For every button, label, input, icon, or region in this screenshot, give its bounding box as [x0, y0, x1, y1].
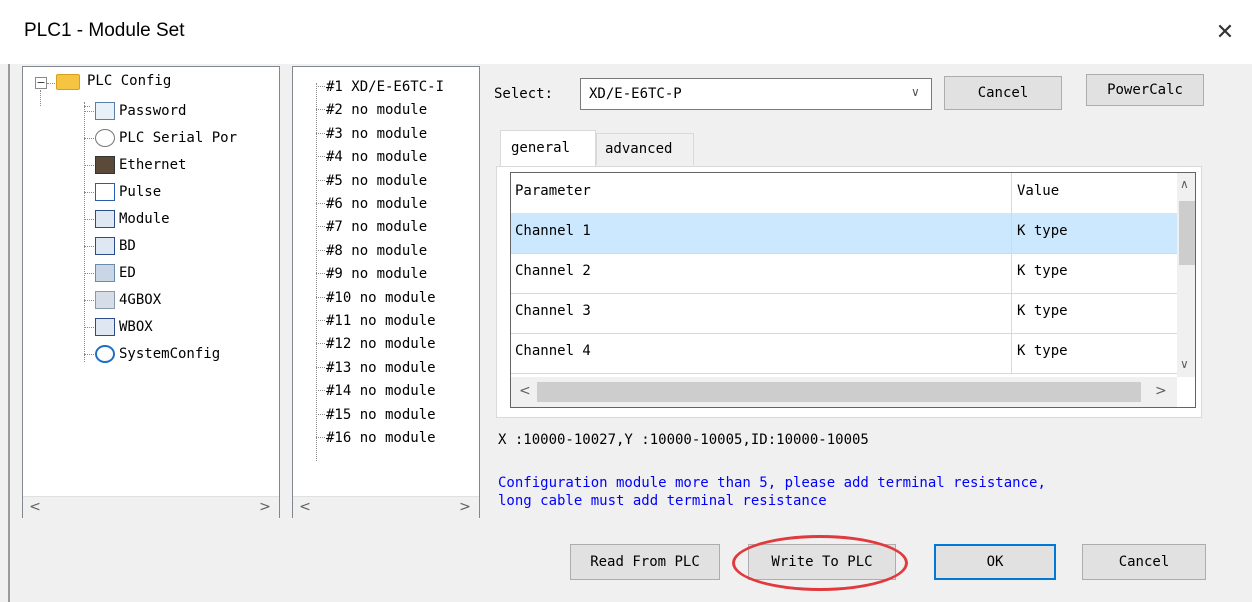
- tab-advanced[interactable]: advanced: [596, 133, 694, 165]
- module-slot-item[interactable]: #16 no module: [326, 426, 436, 450]
- system-config-icon: [95, 345, 115, 363]
- grid-header: Parameter Value: [511, 173, 1177, 214]
- module-icon: [95, 210, 115, 228]
- module-slot-item[interactable]: #15 no module: [326, 403, 436, 427]
- note-line-1: Configuration module more than 5, please…: [498, 475, 1046, 491]
- tree-root-label[interactable]: PLC Config: [87, 69, 171, 93]
- header-parameter: Parameter: [515, 183, 591, 199]
- scroll-left-icon[interactable]: <: [295, 497, 315, 518]
- highlight-circle: [732, 535, 908, 591]
- cell-parameter: Channel 1: [515, 223, 591, 239]
- module-list-panel[interactable]: #1 XD/E-E6TC-I #2 no module #3 no module #4…: [292, 66, 480, 518]
- tree-item-plc-serial-por[interactable]: PLC Serial Por: [119, 126, 237, 150]
- cancel-button[interactable]: Cancel: [1082, 544, 1206, 580]
- powercalc-button[interactable]: PowerCalc: [1086, 74, 1204, 106]
- top-cancel-button[interactable]: Cancel: [944, 76, 1062, 110]
- pulse-icon: [95, 183, 115, 201]
- window-title: PLC1 - Module Set: [24, 20, 185, 41]
- collapse-toggle-icon[interactable]: −: [35, 77, 47, 89]
- module-slot-item[interactable]: #5 no module: [326, 169, 427, 193]
- grid-hscrollbar[interactable]: < >: [511, 377, 1177, 407]
- scroll-right-icon[interactable]: >: [455, 497, 475, 518]
- module-select-dropdown[interactable]: XD/E-E6TC-P ∨: [580, 78, 932, 110]
- tree-item-ethernet[interactable]: Ethernet: [119, 153, 186, 177]
- scroll-thumb[interactable]: [537, 382, 1141, 402]
- note-line-2: long cable must add terminal resistance: [498, 493, 827, 509]
- module-slot-item[interactable]: #12 no module: [326, 332, 436, 356]
- folder-icon: [56, 74, 80, 90]
- scroll-right-icon[interactable]: >: [255, 497, 275, 518]
- table-row[interactable]: Channel 2 K type: [511, 253, 1177, 294]
- module-slot-item[interactable]: #4 no module: [326, 145, 427, 169]
- module-slot-item[interactable]: #13 no module: [326, 356, 436, 380]
- wbox-icon: [95, 318, 115, 336]
- cell-parameter: Channel 2: [515, 263, 591, 279]
- tree-item-4gbox[interactable]: 4GBOX: [119, 288, 161, 312]
- module-slot-item[interactable]: #14 no module: [326, 379, 436, 403]
- cell-parameter: Channel 4: [515, 343, 591, 359]
- config-tree-panel[interactable]: − PLC Config Password PLC Serial Por Ether…: [22, 66, 280, 518]
- ethernet-icon: [95, 156, 115, 174]
- chevron-down-icon[interactable]: ∨: [911, 85, 920, 99]
- tree-item-module[interactable]: Module: [119, 207, 170, 231]
- serial-port-icon: [95, 129, 115, 147]
- header-value: Value: [1017, 183, 1060, 199]
- module-slot-item[interactable]: #1 XD/E-E6TC-I: [326, 75, 444, 99]
- scroll-up-icon[interactable]: ∧: [1180, 177, 1189, 191]
- module-slot-item[interactable]: #11 no module: [326, 309, 436, 333]
- address-info: X :10000-10027,Y :10000-10005,ID:10000-1…: [498, 432, 869, 448]
- scroll-left-icon[interactable]: <: [25, 497, 45, 518]
- read-from-plc-button[interactable]: Read From PLC: [570, 544, 720, 580]
- cell-value: K type: [1017, 343, 1068, 359]
- title-bar: [0, 0, 1252, 64]
- scroll-down-icon[interactable]: ∨: [1180, 357, 1189, 371]
- tree-item-wbox[interactable]: WBOX: [119, 315, 153, 339]
- window-left-edge: [8, 64, 10, 602]
- scroll-left-icon[interactable]: <: [519, 383, 531, 399]
- ed-icon: [95, 264, 115, 282]
- close-icon[interactable]: ✕: [1208, 16, 1242, 50]
- cell-parameter: Channel 3: [515, 303, 591, 319]
- table-row[interactable]: Channel 1 K type: [511, 213, 1177, 254]
- 4gbox-icon: [95, 291, 115, 309]
- password-icon: [95, 102, 115, 120]
- tab-general[interactable]: general: [500, 130, 596, 167]
- ok-button[interactable]: OK: [934, 544, 1056, 580]
- select-value: XD/E-E6TC-P: [589, 86, 682, 102]
- module-slot-item[interactable]: #8 no module: [326, 239, 427, 263]
- parameter-grid[interactable]: Parameter Value Channel 1K type Channel 2…: [510, 172, 1196, 408]
- terminal-resistance-note: Configuration module more than 5, please…: [498, 474, 1046, 510]
- module-slot-item[interactable]: #9 no module: [326, 262, 427, 286]
- cell-value: K type: [1017, 303, 1068, 319]
- cell-value: K type: [1017, 223, 1068, 239]
- tree-item-ed[interactable]: ED: [119, 261, 136, 285]
- tree-item-bd[interactable]: BD: [119, 234, 136, 258]
- module-slot-item[interactable]: #2 no module: [326, 98, 427, 122]
- module-slot-item[interactable]: #3 no module: [326, 122, 427, 146]
- scroll-right-icon[interactable]: >: [1155, 383, 1167, 399]
- tree-item-password[interactable]: Password: [119, 99, 186, 123]
- tree-hscrollbar[interactable]: < >: [23, 496, 279, 518]
- module-slot-item[interactable]: #6 no module: [326, 192, 427, 216]
- module-slot-item[interactable]: #10 no module: [326, 286, 436, 310]
- module-slot-item[interactable]: #7 no module: [326, 215, 427, 239]
- select-label: Select:: [494, 86, 554, 102]
- tree-item-systemconfig[interactable]: SystemConfig: [119, 342, 220, 366]
- table-row[interactable]: Channel 4 K type: [511, 333, 1177, 374]
- module-hscrollbar[interactable]: < >: [293, 496, 479, 518]
- scroll-thumb[interactable]: [1179, 201, 1195, 265]
- bd-icon: [95, 237, 115, 255]
- tree-item-pulse[interactable]: Pulse: [119, 180, 161, 204]
- table-row[interactable]: Channel 3 K type: [511, 293, 1177, 334]
- grid-vscrollbar[interactable]: ∧ ∨: [1177, 173, 1195, 377]
- cell-value: K type: [1017, 263, 1068, 279]
